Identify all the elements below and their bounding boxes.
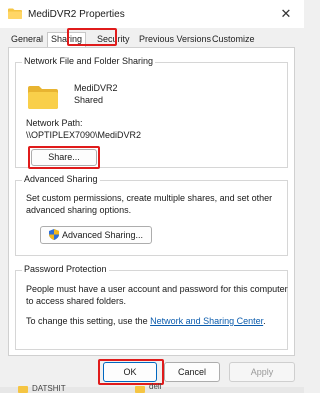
- advanced-sharing-button[interactable]: Advanced Sharing...: [40, 226, 152, 244]
- sharing-panel: Network File and Folder Sharing MediDVR2…: [8, 47, 295, 356]
- folder-icon: [18, 386, 28, 393]
- window-title: MediDVR2 Properties: [28, 9, 125, 20]
- advanced-sharing-button-label: Advanced Sharing...: [61, 230, 144, 240]
- group-title: Network File and Folder Sharing: [22, 56, 156, 66]
- group-title: Password Protection: [22, 264, 109, 274]
- advanced-sharing-group: Advanced Sharing Set custom permissions,…: [15, 174, 288, 256]
- folder-icon: [135, 386, 145, 393]
- highlight-sharing-tab: [67, 28, 117, 46]
- password-protection-group: Password Protection People must have a u…: [15, 264, 288, 350]
- change-setting-prefix: To change this setting, use the: [26, 316, 151, 326]
- tab-previous-versions[interactable]: Previous Versions: [136, 33, 214, 46]
- cancel-button-label: Cancel: [177, 367, 206, 377]
- change-setting-suffix: .: [263, 316, 266, 326]
- network-sharing-group: Network File and Folder Sharing MediDVR2…: [15, 56, 288, 169]
- folder-icon: [8, 8, 22, 19]
- cancel-button[interactable]: Cancel: [164, 362, 220, 382]
- background-item: DATSHIT: [32, 384, 66, 393]
- advanced-sharing-description: Set custom permissions, create multiple …: [26, 193, 273, 215]
- shield-icon: [48, 229, 59, 240]
- network-path-label: Network Path:: [26, 118, 83, 128]
- apply-button[interactable]: Apply: [229, 362, 295, 382]
- background-item: dell: [149, 382, 162, 391]
- password-protection-description: People must have a user account and pass…: [26, 284, 288, 306]
- apply-button-label: Apply: [250, 367, 274, 377]
- share-state: Shared: [74, 95, 104, 105]
- close-icon: ✕: [280, 6, 292, 21]
- title-bar: MediDVR2 Properties ✕: [0, 0, 304, 28]
- network-sharing-center-link[interactable]: Network and Sharing Center: [150, 316, 263, 326]
- tab-general[interactable]: General: [8, 33, 46, 46]
- tab-customize[interactable]: Customize: [209, 33, 258, 46]
- highlight-share-button: [28, 146, 100, 169]
- group-title: Advanced Sharing: [22, 174, 100, 184]
- folder-icon: [28, 86, 58, 109]
- change-setting-text: To change this setting, use the Network …: [26, 315, 288, 327]
- network-path-value: \\OPTIPLEX7090\MediDVR2: [26, 130, 142, 140]
- share-name: MediDVR2: [74, 83, 118, 93]
- close-button[interactable]: ✕: [274, 3, 298, 25]
